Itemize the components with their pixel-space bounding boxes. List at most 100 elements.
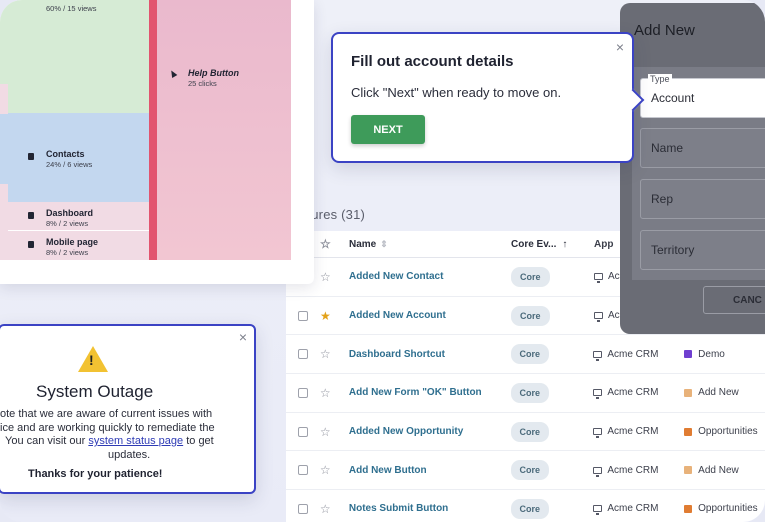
status-page-link[interactable]: system status page — [88, 435, 183, 447]
app-header-label: App — [594, 238, 614, 250]
category-label: Add New — [698, 464, 739, 476]
monitor-icon — [593, 505, 603, 516]
star-header-icon[interactable]: ☆ — [320, 237, 349, 251]
app-name: Acme CRM — [607, 348, 659, 360]
rep-field[interactable]: Rep — [640, 179, 765, 219]
system-outage-modal: × ! System Outage ote that we are aware … — [0, 324, 256, 494]
row-checkbox[interactable] — [297, 426, 308, 437]
flow-left-strip — [0, 0, 8, 260]
monitor-icon — [593, 466, 603, 477]
row-checkbox[interactable] — [297, 503, 308, 514]
flow-node-title: Dashboard — [46, 208, 94, 218]
star-icon[interactable]: ☆ — [320, 386, 349, 400]
flow-node-dashboard[interactable]: Dashboard 8% / 2 views — [8, 202, 149, 231]
outage-line-text: You can visit our — [5, 435, 89, 447]
name-header-label: Name — [349, 238, 377, 250]
monitor-icon — [594, 273, 603, 284]
star-icon[interactable]: ☆ — [320, 425, 349, 439]
outage-title: System Outage — [36, 382, 154, 401]
star-icon[interactable]: ☆ — [320, 463, 349, 477]
app-name: Ac — [608, 310, 620, 322]
table-row[interactable]: ☆ Add New Form "OK" Button Core Acme CRM… — [286, 374, 765, 413]
add-new-drawer: Add New Account Type Name Rep Territory … — [620, 3, 765, 334]
core-events-column-header[interactable]: Core Ev... ↑ — [511, 239, 594, 250]
category-label: Add New — [698, 387, 739, 399]
star-icon[interactable]: ☆ — [320, 502, 349, 516]
sort-icon[interactable]: ⇕ — [380, 239, 388, 249]
flow-node-contacts[interactable]: Contacts 24% / 6 views — [8, 113, 149, 202]
close-icon[interactable]: × — [616, 39, 624, 55]
monitor-icon — [593, 389, 603, 400]
core-badge: Core — [510, 344, 550, 365]
feature-name-link[interactable]: Notes Submit Button — [349, 503, 448, 514]
feature-name-link[interactable]: Add New Form "OK" Button — [349, 387, 482, 398]
app-stage: atures (31) ☆ Name ⇕ Core Ev... ↑ App ☆ Ad… — [0, 0, 765, 522]
territory-placeholder: Territory — [651, 243, 695, 257]
tooltip-body: Click "Next" when ready to move on. — [351, 85, 562, 100]
table-row[interactable]: ☆ Add New Button Core Acme CRM Add New — [286, 451, 765, 491]
feature-name-link[interactable]: Add New Button — [349, 465, 427, 476]
core-badge: Core — [511, 266, 550, 287]
flow-node-title: Mobile page — [46, 237, 99, 247]
app-name: Acme CRM — [607, 503, 659, 515]
row-checkbox[interactable] — [297, 387, 308, 398]
page-icon — [28, 212, 34, 219]
outage-line-text: to get — [183, 435, 214, 447]
flow-node-stats: 60% / 15 views — [46, 4, 97, 13]
sort-ascending-icon[interactable]: ↑ — [562, 239, 567, 250]
row-checkbox[interactable] — [298, 310, 308, 321]
table-row[interactable]: ☆ Notes Submit Button Core Acme CRM Oppo… — [286, 490, 765, 522]
outage-thanks: Thanks for your patience! — [28, 468, 163, 480]
app-name: Acme CRM — [607, 387, 659, 399]
outage-message: ote that we are aware of current issues … — [0, 408, 256, 462]
page-flow-panel: 60% / 15 views Contacts 24% / 6 views Da… — [0, 0, 314, 284]
flow-node-stats: 8% / 2 views — [46, 219, 89, 228]
monitor-icon — [594, 312, 603, 323]
feature-name-link[interactable]: Dashboard Shortcut — [349, 349, 445, 360]
star-filled-icon[interactable]: ★ — [320, 309, 349, 323]
app-name: Acme CRM — [607, 464, 659, 476]
outage-line: ice and are working quickly to remediate… — [0, 421, 215, 434]
feature-name-link[interactable]: Added New Opportunity — [349, 426, 463, 437]
account-details-tooltip: Fill out account details Click "Next" wh… — [331, 32, 634, 163]
monitor-icon — [593, 350, 603, 361]
drawer-title: Add New — [634, 22, 695, 39]
outage-line: ote that we are aware of current issues … — [0, 408, 213, 420]
flow-node-help-button[interactable] — [157, 0, 291, 260]
close-icon[interactable]: × — [239, 329, 247, 345]
next-button[interactable]: NEXT — [351, 115, 425, 144]
category-color-swatch — [684, 504, 693, 513]
name-field[interactable]: Name — [640, 128, 765, 168]
type-legend: Type — [648, 74, 672, 84]
category-color-swatch — [684, 350, 693, 359]
core-badge: Core — [510, 498, 550, 519]
outage-line: updates. — [108, 448, 151, 461]
table-row[interactable]: ☆ Dashboard Shortcut Core Acme CRM Demo — [286, 335, 765, 375]
app-name: Acme CRM — [607, 426, 659, 438]
cancel-button[interactable]: CANC — [703, 286, 765, 314]
tooltip-title: Fill out account details — [351, 53, 514, 70]
help-button-clicks: 25 clicks — [188, 79, 217, 88]
category-color-swatch — [684, 427, 693, 436]
flow-separator — [149, 0, 157, 260]
type-select[interactable]: Account — [640, 78, 765, 118]
feature-name-link[interactable]: Added New Contact — [349, 271, 443, 282]
star-icon[interactable]: ☆ — [320, 270, 349, 284]
row-checkbox[interactable] — [297, 465, 308, 476]
category-label: Opportunities — [698, 503, 758, 515]
row-checkbox[interactable] — [297, 349, 308, 360]
core-badge: Core — [510, 421, 550, 442]
page-icon — [28, 241, 34, 248]
territory-field[interactable]: Territory — [640, 230, 765, 270]
flow-node-title: Contacts — [46, 149, 85, 159]
type-value: Account — [651, 91, 695, 105]
flow-node-stats: 24% / 6 views — [46, 160, 93, 169]
page-icon — [28, 153, 34, 160]
feature-name-link[interactable]: Added New Account — [349, 310, 446, 321]
flow-node-home[interactable]: 60% / 15 views — [8, 0, 149, 113]
table-row[interactable]: ☆ Added New Opportunity Core Acme CRM Op… — [286, 413, 765, 452]
name-column-header[interactable]: Name ⇕ — [349, 239, 511, 250]
monitor-icon — [593, 428, 603, 439]
flow-node-mobile-page[interactable]: Mobile page 8% / 2 views — [8, 231, 149, 260]
star-icon[interactable]: ☆ — [320, 347, 349, 361]
